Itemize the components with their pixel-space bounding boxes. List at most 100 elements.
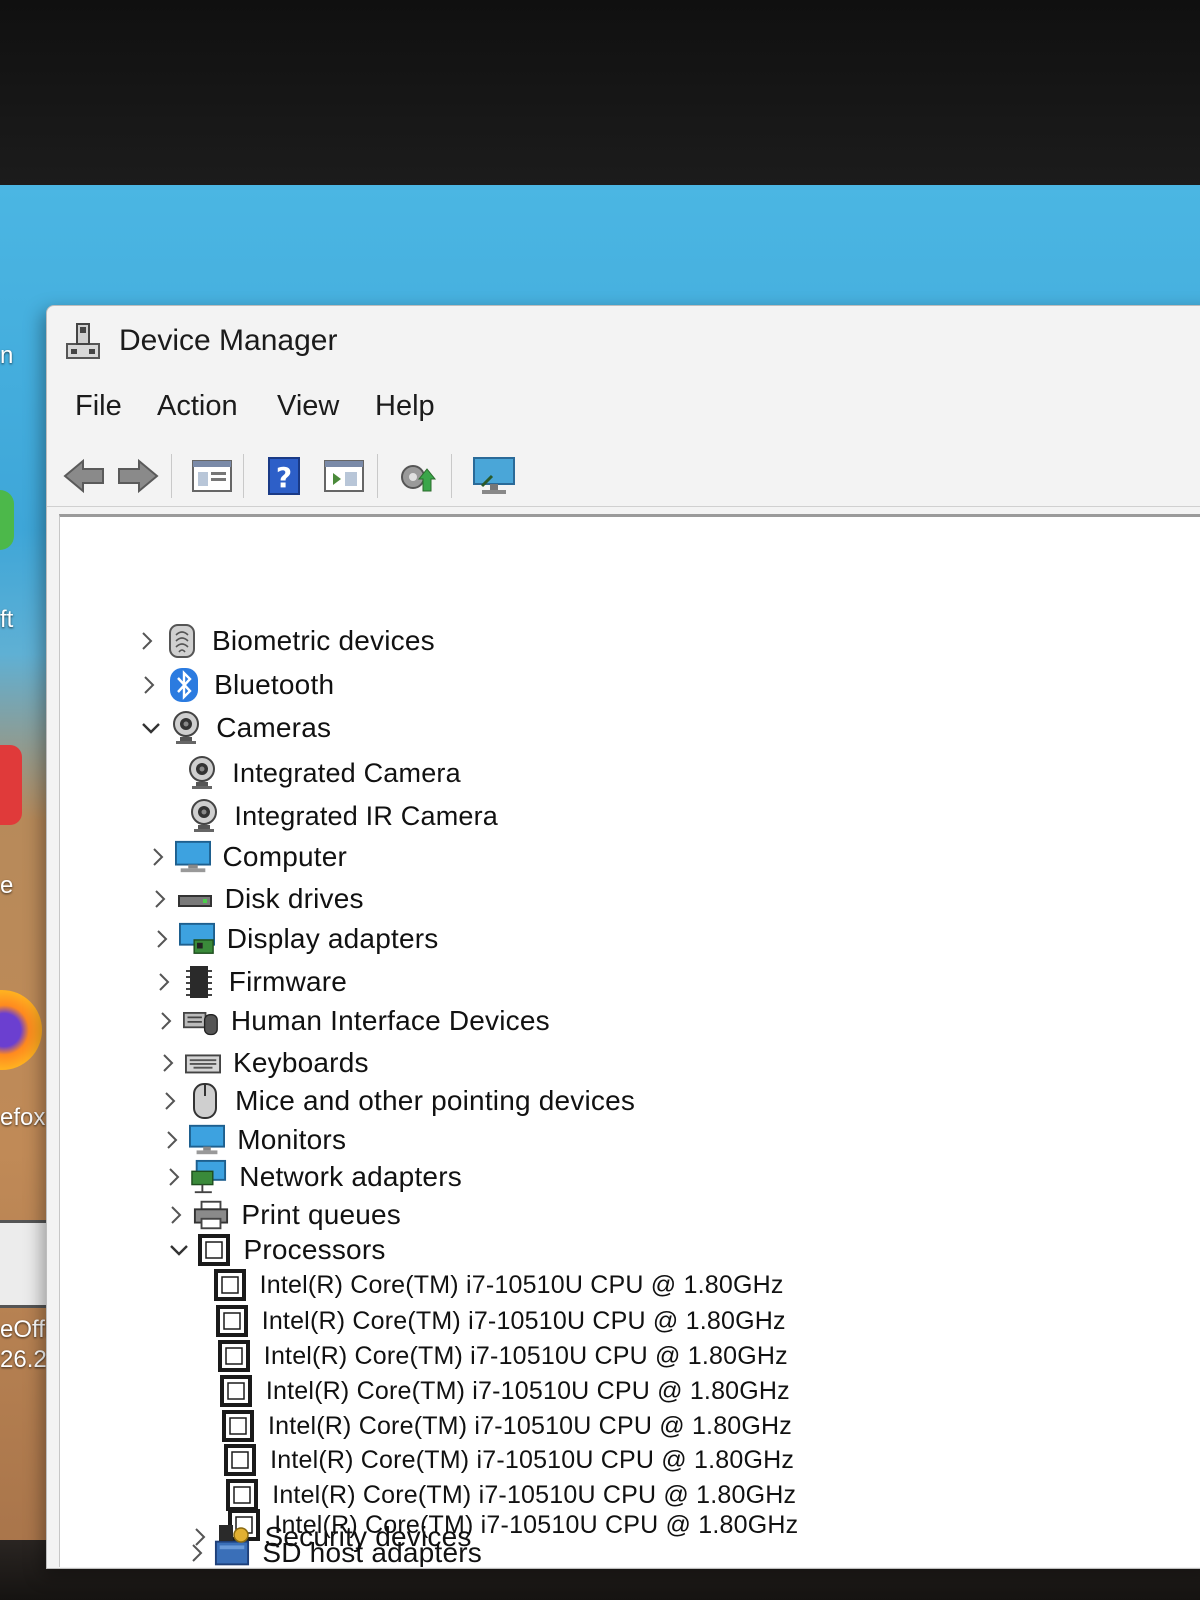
desktop-app-icon[interactable] xyxy=(0,490,14,550)
tree-node-computer[interactable]: Computer xyxy=(141,837,348,877)
tree-node-label: Biometric devices xyxy=(212,625,435,656)
printer-icon xyxy=(193,1197,229,1233)
security-device-icon xyxy=(217,1519,253,1555)
bluetooth-icon xyxy=(166,667,202,703)
menu-view[interactable]: View xyxy=(273,388,343,425)
chevron-down-icon[interactable] xyxy=(162,1230,196,1270)
camera-icon xyxy=(184,755,220,791)
tree-node-human-interface-devices[interactable]: Human Interface Devices xyxy=(149,1001,550,1041)
help-button[interactable]: ? xyxy=(261,454,307,498)
processor-item[interactable]: Intel(R) Core(TM) i7-10510U CPU @ 1.80GH… xyxy=(222,1440,794,1480)
desktop-icon-label[interactable]: 26.2 xyxy=(0,1346,47,1374)
tree-node-label: Security devices xyxy=(264,1521,472,1552)
tree-node-network-adapters[interactable]: Network adapters xyxy=(157,1157,462,1197)
camera-icon xyxy=(168,710,204,746)
tree-node-label: Cameras xyxy=(216,712,332,743)
tree-node-label: Bluetooth xyxy=(214,669,335,700)
tree-node-bluetooth[interactable]: Bluetooth xyxy=(132,665,334,705)
tree-node-display-adapters[interactable]: Display adapters xyxy=(145,919,439,959)
device-manager-window: Device Manager File Action View Help ? B… xyxy=(46,305,1200,1569)
chevron-right-icon[interactable] xyxy=(155,1120,189,1160)
device-tree[interactable]: Biometric devices Bluetooth Cameras Integra… xyxy=(59,514,1200,1567)
processor-icon xyxy=(220,1408,256,1444)
tree-node-disk-drives[interactable]: Disk drives xyxy=(143,879,364,919)
processor-icon xyxy=(196,1232,232,1268)
keyboard-icon xyxy=(185,1045,221,1081)
processor-icon xyxy=(218,1373,254,1409)
menu-bar: File Action View Help xyxy=(47,388,1200,434)
tree-node-firmware[interactable]: Firmware xyxy=(147,962,347,1002)
chevron-right-icon[interactable] xyxy=(143,879,177,919)
toolbar-separator xyxy=(171,454,172,498)
processor-item[interactable]: Intel(R) Core(TM) i7-10510U CPU @ 1.80GH… xyxy=(214,1301,786,1341)
tree-item-label: Intel(R) Core(TM) i7-10510U CPU @ 1.80GH… xyxy=(270,1445,795,1474)
chevron-right-icon[interactable] xyxy=(149,1001,183,1041)
camera-item[interactable]: Integrated Camera xyxy=(184,753,461,793)
tree-node-cameras[interactable]: Cameras xyxy=(134,708,331,748)
tree-node-keyboards[interactable]: Keyboards xyxy=(151,1043,369,1083)
tree-node-processors[interactable]: Processors xyxy=(162,1230,386,1270)
desktop-icon-label[interactable]: n xyxy=(0,342,13,370)
menu-file[interactable]: File xyxy=(71,388,126,425)
tree-item-label: Integrated Camera xyxy=(232,757,461,788)
tree-node-monitors[interactable]: Monitors xyxy=(155,1120,346,1160)
tree-node-print-queues[interactable]: Print queues xyxy=(159,1195,401,1235)
tree-node-biometric-devices[interactable]: Biometric devices xyxy=(130,621,435,661)
tree-node-label: Processors xyxy=(243,1234,386,1265)
desktop-app-icon[interactable] xyxy=(0,745,22,825)
tree-node-label: Firmware xyxy=(228,966,348,997)
tree-node-label: Keyboards xyxy=(233,1047,369,1078)
title-bar[interactable]: Device Manager xyxy=(47,306,1200,380)
desktop-icon-label[interactable]: e xyxy=(0,872,13,900)
chevron-down-icon[interactable] xyxy=(134,708,168,748)
tree-item-label: Intel(R) Core(TM) i7-10510U CPU @ 1.80GH… xyxy=(259,1270,784,1299)
back-button[interactable] xyxy=(61,454,107,498)
scan-hardware-button[interactable] xyxy=(395,454,441,498)
forward-icon xyxy=(118,458,159,494)
chevron-right-icon[interactable] xyxy=(151,1043,185,1083)
tree-node-mice-and-other-pointing-devices[interactable]: Mice and other pointing devices xyxy=(153,1081,635,1121)
processor-icon xyxy=(222,1442,258,1478)
processor-icon xyxy=(212,1267,248,1303)
properties-button[interactable] xyxy=(189,454,235,498)
menu-action[interactable]: Action xyxy=(153,388,242,425)
toolbar-separator xyxy=(243,454,244,498)
desktop-icon-label[interactable]: efox xyxy=(0,1104,45,1132)
properties-icon xyxy=(192,460,232,492)
chevron-right-icon[interactable] xyxy=(147,962,181,1002)
chevron-right-icon[interactable] xyxy=(153,1081,187,1121)
monitor-button[interactable] xyxy=(471,454,517,498)
chevron-right-icon[interactable] xyxy=(145,919,179,959)
chevron-right-icon[interactable] xyxy=(159,1195,193,1235)
network-adapter-icon xyxy=(191,1159,227,1195)
chevron-right-icon[interactable] xyxy=(132,665,166,705)
disk-drive-icon xyxy=(177,881,213,917)
update-driver-button[interactable] xyxy=(321,454,367,498)
processor-item[interactable]: Intel(R) Core(TM) i7-10510U CPU @ 1.80GH… xyxy=(218,1371,790,1411)
tree-node-label: Display adapters xyxy=(226,923,439,954)
chevron-right-icon[interactable] xyxy=(130,621,164,661)
tree-item-label: Integrated IR Camera xyxy=(234,800,499,831)
camera-item[interactable]: Integrated IR Camera xyxy=(186,796,498,836)
tree-item-label: Intel(R) Core(TM) i7-10510U CPU @ 1.80GH… xyxy=(263,1341,788,1370)
device-manager-icon xyxy=(65,322,101,362)
forward-button[interactable] xyxy=(115,454,161,498)
chevron-right-icon[interactable] xyxy=(183,1517,217,1557)
tree-node-label: Print queues xyxy=(241,1199,402,1230)
scan-hardware-icon xyxy=(401,465,437,492)
chevron-right-icon[interactable] xyxy=(141,837,175,877)
processor-icon xyxy=(214,1303,250,1339)
help-icon: ? xyxy=(268,457,300,495)
tree-node-label: Network adapters xyxy=(239,1161,462,1192)
firmware-icon xyxy=(181,964,217,1000)
desktop-icon-label[interactable]: ft xyxy=(0,606,13,634)
processor-item[interactable]: Intel(R) Core(TM) i7-10510U CPU @ 1.80GH… xyxy=(216,1336,788,1376)
camera-icon xyxy=(186,798,222,834)
menu-help[interactable]: Help xyxy=(371,388,439,425)
toolbar-separator xyxy=(451,454,452,498)
svg-text:?: ? xyxy=(276,461,292,494)
tree-node-label: Computer xyxy=(222,841,348,872)
chevron-right-icon[interactable] xyxy=(157,1157,191,1197)
processor-item[interactable]: Intel(R) Core(TM) i7-10510U CPU @ 1.80GH… xyxy=(212,1265,784,1305)
tree-node-security-devices[interactable]: Security devices xyxy=(183,1517,472,1557)
